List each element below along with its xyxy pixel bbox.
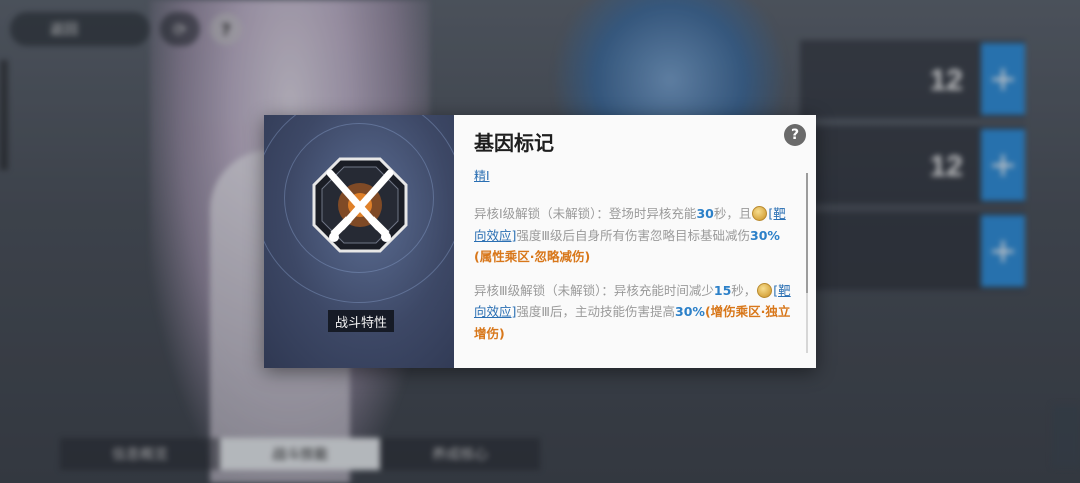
unlock-paragraph-1: 异核Ⅰ级解锁（未解锁）：登场时异核充能30秒，且 [靶向效应]强度Ⅲ级后自身所有伤… [474, 203, 796, 268]
description-scroll-area[interactable]: 异核Ⅰ级解锁（未解锁）：登场时异核充能30秒，且 [靶向效应]强度Ⅲ级后自身所有伤… [474, 203, 796, 356]
unlock1-prefix: 异核Ⅰ级解锁（未解锁）：登场时异核充能 [474, 206, 697, 221]
scrollbar[interactable] [806, 173, 808, 353]
unlock2-value: 15 [713, 282, 732, 298]
unlock-paragraph-2: 异核Ⅲ级解锁（未解锁）：异核充能时间减少15秒， [靶向效应]强度Ⅲ后，主动技能伤… [474, 280, 796, 345]
coin-icon [752, 206, 768, 221]
unlock2-prefix: 异核Ⅲ级解锁（未解锁）：异核充能时间减少 [474, 282, 714, 298]
unlock1-body: 强度Ⅲ级后自身所有伤害忽略目标基础减伤 [516, 227, 751, 243]
unlock2-suffix: 秒， [731, 282, 757, 298]
dialog-content-panel: 基因标记 ? 精Ⅰ 异核Ⅰ级解锁（未解锁）：登场时异核充能30秒，且 [靶向效应]… [454, 115, 816, 368]
unlock1-value2: 30% [750, 227, 780, 243]
dialog-title: 基因标记 [474, 131, 554, 155]
unlock2-body: 强度Ⅲ后，主动技能伤害提高 [516, 304, 676, 319]
unlock2-value2: 30% [675, 304, 705, 319]
dialog-icon-panel: 战斗特性 [264, 115, 454, 368]
unlock1-suffix: 秒，且 [713, 206, 752, 221]
gene-mark-dialog: 战斗特性 基因标记 ? 精Ⅰ 异核Ⅰ级解锁（未解锁）：登场时异核充能30秒，且[… [264, 115, 816, 368]
help-button[interactable]: ? [784, 124, 806, 146]
trait-label: 战斗特性 [328, 310, 394, 332]
tier-tag[interactable]: 精Ⅰ [474, 167, 490, 184]
unlock1-value: 30 [696, 206, 714, 221]
crossed-swords-icon [312, 157, 408, 253]
scrollbar-thumb[interactable] [806, 173, 808, 293]
coin-icon [757, 282, 773, 298]
unlock1-zone: (属性乘区·忽略减伤) [474, 249, 591, 264]
